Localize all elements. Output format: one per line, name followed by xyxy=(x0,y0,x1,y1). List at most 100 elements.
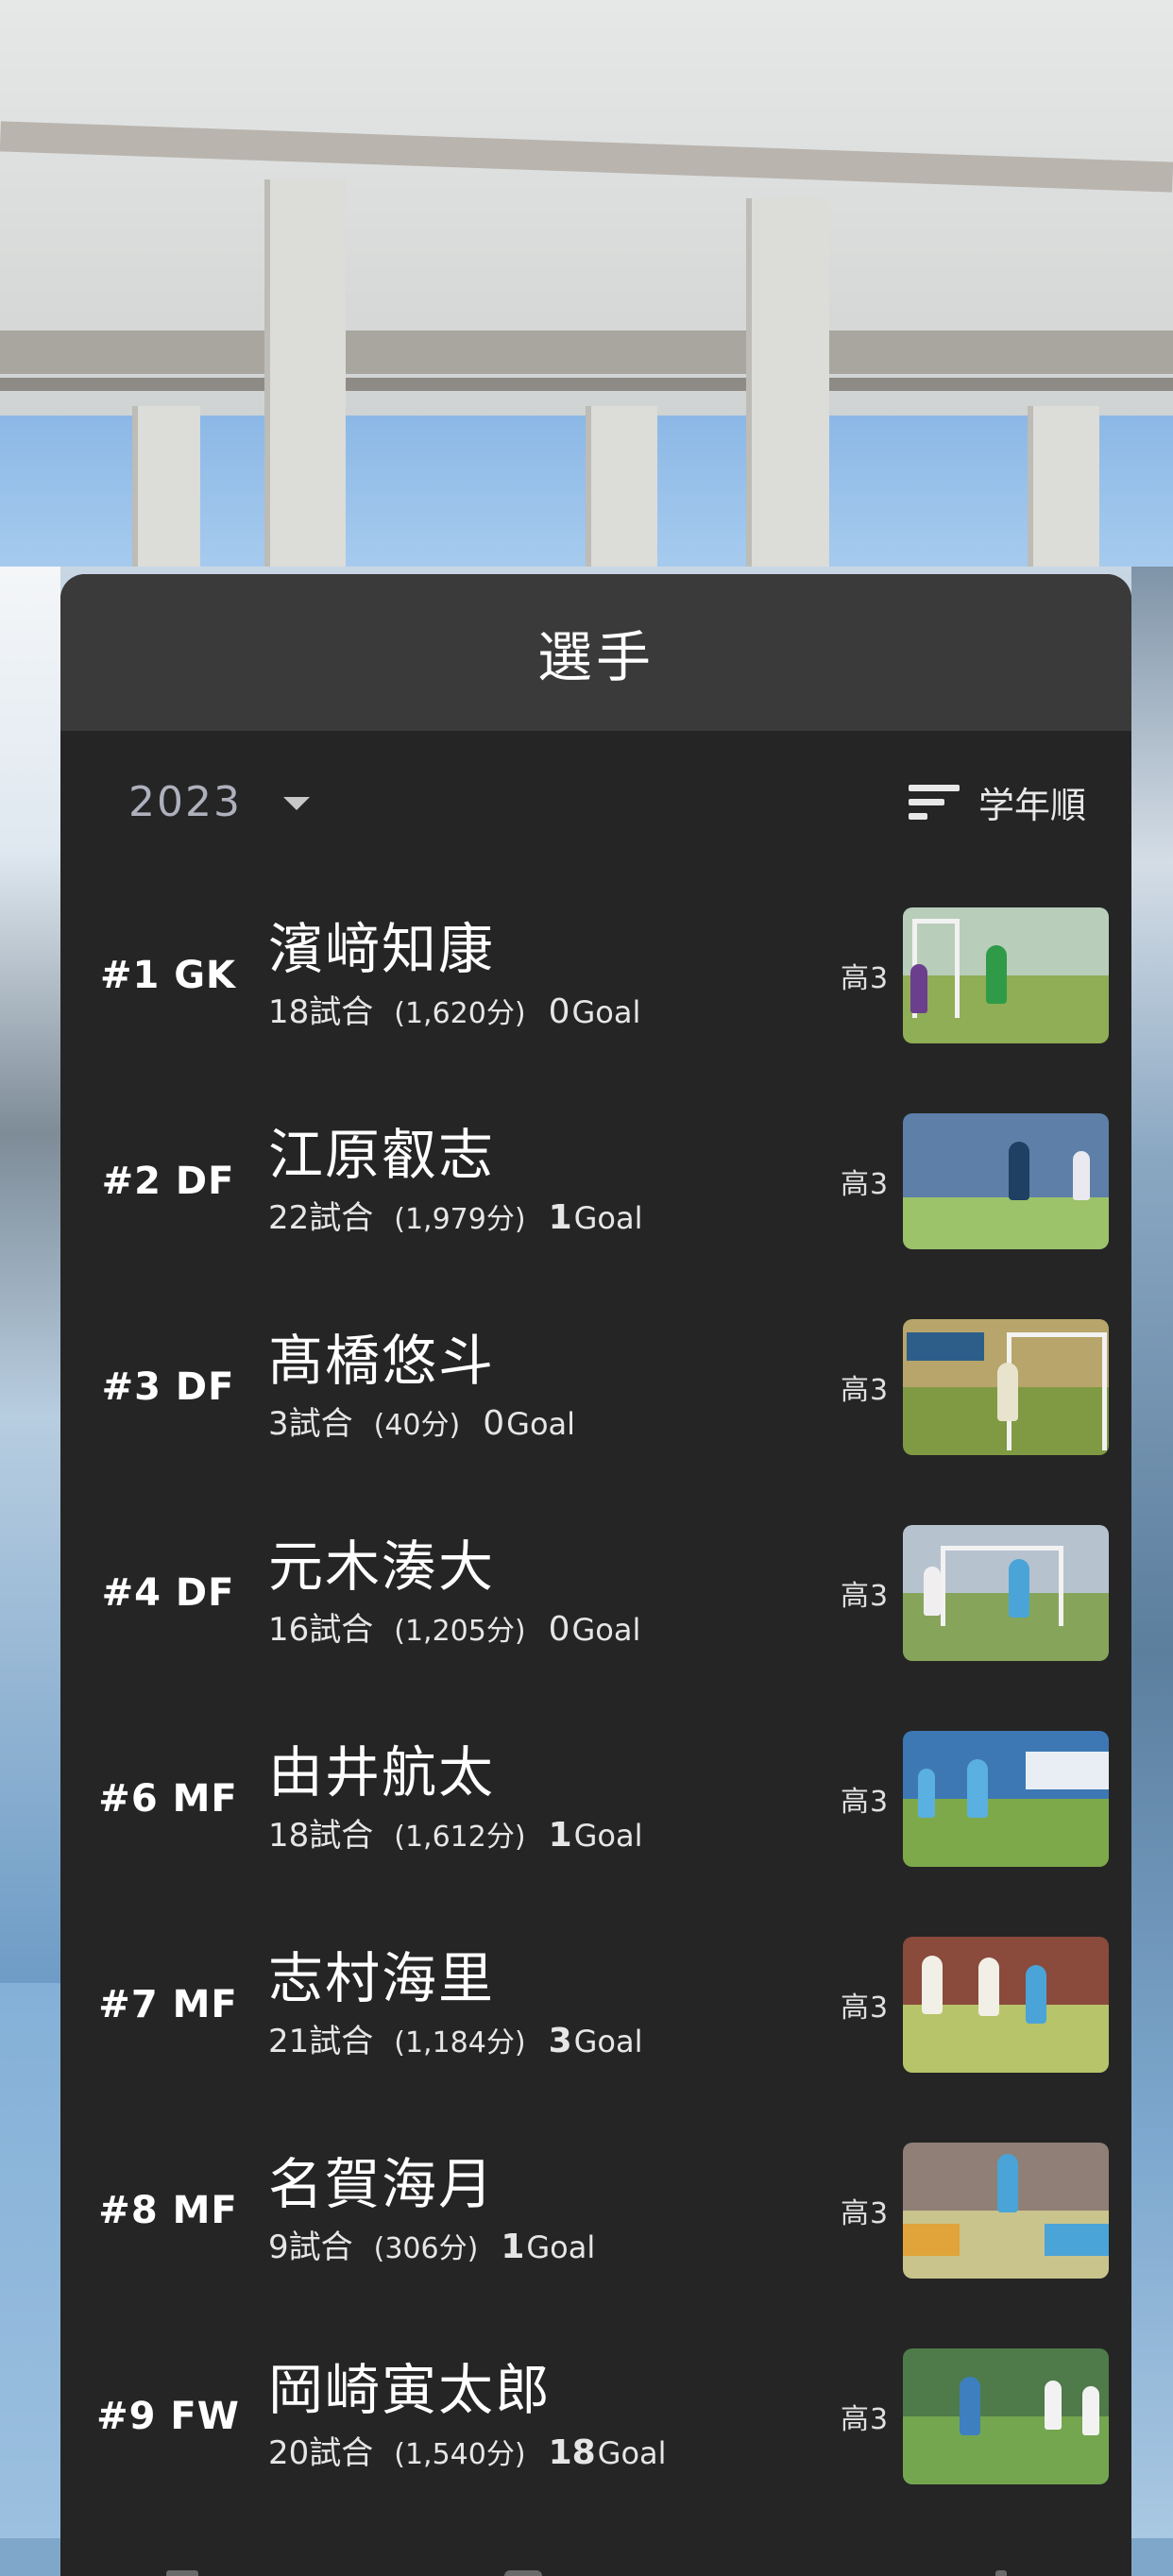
goal-label: Goal xyxy=(573,1818,643,1854)
player-grade: 高3 xyxy=(841,1374,890,1407)
sort-icon xyxy=(908,783,963,821)
goal-label: Goal xyxy=(506,1406,576,1442)
player-number: #4 DF xyxy=(101,1571,235,1615)
player-photo xyxy=(903,2143,1109,2279)
player-row[interactable]: #9 FW 岡崎寅太郎 20試合 (1,540分) 18 Goal 高3 xyxy=(60,2313,1131,2519)
goal-label: Goal xyxy=(573,1200,643,1236)
player-games: 22試合 xyxy=(268,1199,374,1237)
player-minutes: (1,979分) xyxy=(394,1203,526,1236)
year-dropdown[interactable]: 2023 xyxy=(128,769,310,835)
year-value: 2023 xyxy=(128,777,242,826)
player-minutes: (1,620分) xyxy=(394,997,526,1030)
chevron-down-icon xyxy=(282,797,310,810)
player-grade: 高3 xyxy=(841,1786,890,1819)
player-stats: 18試合 (1,620分) 0 Goal xyxy=(268,986,640,1032)
sort-label: 学年順 xyxy=(978,784,1086,826)
player-grade: 高3 xyxy=(841,2197,890,2230)
player-photo xyxy=(903,1937,1109,2073)
player-row[interactable]: #1 GK 濱﨑知康 18試合 (1,620分) 0 Goal 高3 xyxy=(60,873,1131,1078)
player-minutes: (306分) xyxy=(373,2232,479,2265)
player-name: 岡崎寅太郎 xyxy=(268,2358,552,2422)
player-photo xyxy=(903,1525,1109,1661)
player-minutes: (1,540分) xyxy=(394,2438,526,2471)
player-goals: 0 xyxy=(548,992,570,1031)
goal-label: Goal xyxy=(573,2024,643,2059)
player-grade: 高3 xyxy=(841,2403,890,2436)
player-games: 16試合 xyxy=(268,1611,374,1649)
tab-bar-hint xyxy=(166,2570,198,2576)
player-games: 3試合 xyxy=(268,1405,353,1443)
player-photo xyxy=(903,1731,1109,1867)
player-number: #7 MF xyxy=(98,1983,238,2026)
player-goals: 1 xyxy=(548,1198,572,1237)
background-banner-right xyxy=(1131,567,1173,2538)
player-row[interactable]: #4 DF 元木湊大 16試合 (1,205分) 0 Goal 高3 xyxy=(60,1490,1131,1696)
player-stats: 16試合 (1,205分) 0 Goal xyxy=(268,1603,640,1650)
background-banner-left xyxy=(0,567,60,1983)
roof-beam xyxy=(0,378,1173,391)
player-number: #9 FW xyxy=(96,2395,240,2438)
player-grade: 高3 xyxy=(841,1168,890,1201)
player-stats: 9試合 (306分) 1 Goal xyxy=(268,2221,595,2267)
player-games: 9試合 xyxy=(268,2229,353,2266)
player-number: #6 MF xyxy=(98,1777,238,1821)
player-games: 20試合 xyxy=(268,2434,374,2472)
player-name: 名賀海月 xyxy=(268,2152,496,2216)
sort-button[interactable]: 学年順 xyxy=(908,769,1086,835)
pillar xyxy=(746,198,829,585)
page-title: 選手 xyxy=(536,625,654,689)
player-list: #1 GK 濱﨑知康 18試合 (1,620分) 0 Goal 高3 #2 DF… xyxy=(60,873,1131,2519)
goal-label: Goal xyxy=(597,2435,667,2471)
player-goals: 3 xyxy=(548,2022,572,2060)
player-row[interactable]: #3 DF 髙橋悠斗 3試合 (40分) 0 Goal 高3 xyxy=(60,1284,1131,1490)
toolbar: 2023 学年順 xyxy=(60,731,1131,873)
player-number: #1 GK xyxy=(99,954,237,997)
player-goals: 1 xyxy=(501,2228,525,2266)
player-name: 元木湊大 xyxy=(268,1534,496,1599)
player-name: 濱﨑知康 xyxy=(268,917,496,981)
player-minutes: (1,205分) xyxy=(394,1615,526,1648)
player-games: 21試合 xyxy=(268,2023,374,2060)
player-photo xyxy=(903,1319,1109,1455)
player-photo xyxy=(903,2348,1109,2484)
player-games: 18試合 xyxy=(268,993,374,1031)
player-number: #3 DF xyxy=(101,1365,235,1409)
player-goals: 0 xyxy=(483,1404,505,1443)
player-grade: 高3 xyxy=(841,962,890,995)
player-number: #2 DF xyxy=(101,1160,235,1203)
goal-label: Goal xyxy=(571,994,641,1030)
player-name: 髙橋悠斗 xyxy=(268,1329,496,1393)
player-goals: 0 xyxy=(548,1610,570,1649)
panel-header: 選手 xyxy=(60,574,1131,731)
player-photo xyxy=(903,907,1109,1043)
player-goals: 18 xyxy=(548,2433,596,2472)
pillar xyxy=(1028,406,1099,585)
pillar xyxy=(586,406,657,585)
player-minutes: (1,612分) xyxy=(394,1821,526,1854)
player-photo xyxy=(903,1113,1109,1249)
tab-bar-hint xyxy=(504,2570,542,2576)
player-name: 江原叡志 xyxy=(268,1123,496,1187)
players-panel: 選手 2023 学年順 #1 GK 濱﨑知康 18試合 (1,620分) 0 G… xyxy=(60,574,1131,2576)
player-stats: 3試合 (40分) 0 Goal xyxy=(268,1398,575,1444)
player-stats: 20試合 (1,540分) 18 Goal xyxy=(268,2427,667,2473)
player-stats: 21試合 (1,184分) 3 Goal xyxy=(268,2015,643,2061)
player-grade: 高3 xyxy=(841,1580,890,1613)
player-row[interactable]: #8 MF 名賀海月 9試合 (306分) 1 Goal 高3 xyxy=(60,2108,1131,2313)
player-row[interactable]: #7 MF 志村海里 21試合 (1,184分) 3 Goal 高3 xyxy=(60,1902,1131,2108)
goal-label: Goal xyxy=(526,2229,596,2265)
goal-label: Goal xyxy=(571,1612,641,1648)
roof-beam xyxy=(0,330,1173,374)
tab-bar-hint xyxy=(995,2570,1007,2576)
player-minutes: (1,184分) xyxy=(394,2026,526,2059)
player-name: 志村海里 xyxy=(268,1946,496,2010)
pillar xyxy=(264,179,346,585)
player-name: 由井航太 xyxy=(268,1740,496,1805)
player-games: 18試合 xyxy=(268,1817,374,1855)
player-row[interactable]: #2 DF 江原叡志 22試合 (1,979分) 1 Goal 高3 xyxy=(60,1078,1131,1284)
player-row[interactable]: #6 MF 由井航太 18試合 (1,612分) 1 Goal 高3 xyxy=(60,1696,1131,1902)
player-minutes: (40分) xyxy=(373,1409,461,1442)
player-number: #8 MF xyxy=(98,2189,238,2232)
player-goals: 1 xyxy=(548,1816,572,1855)
player-grade: 高3 xyxy=(841,1991,890,2025)
